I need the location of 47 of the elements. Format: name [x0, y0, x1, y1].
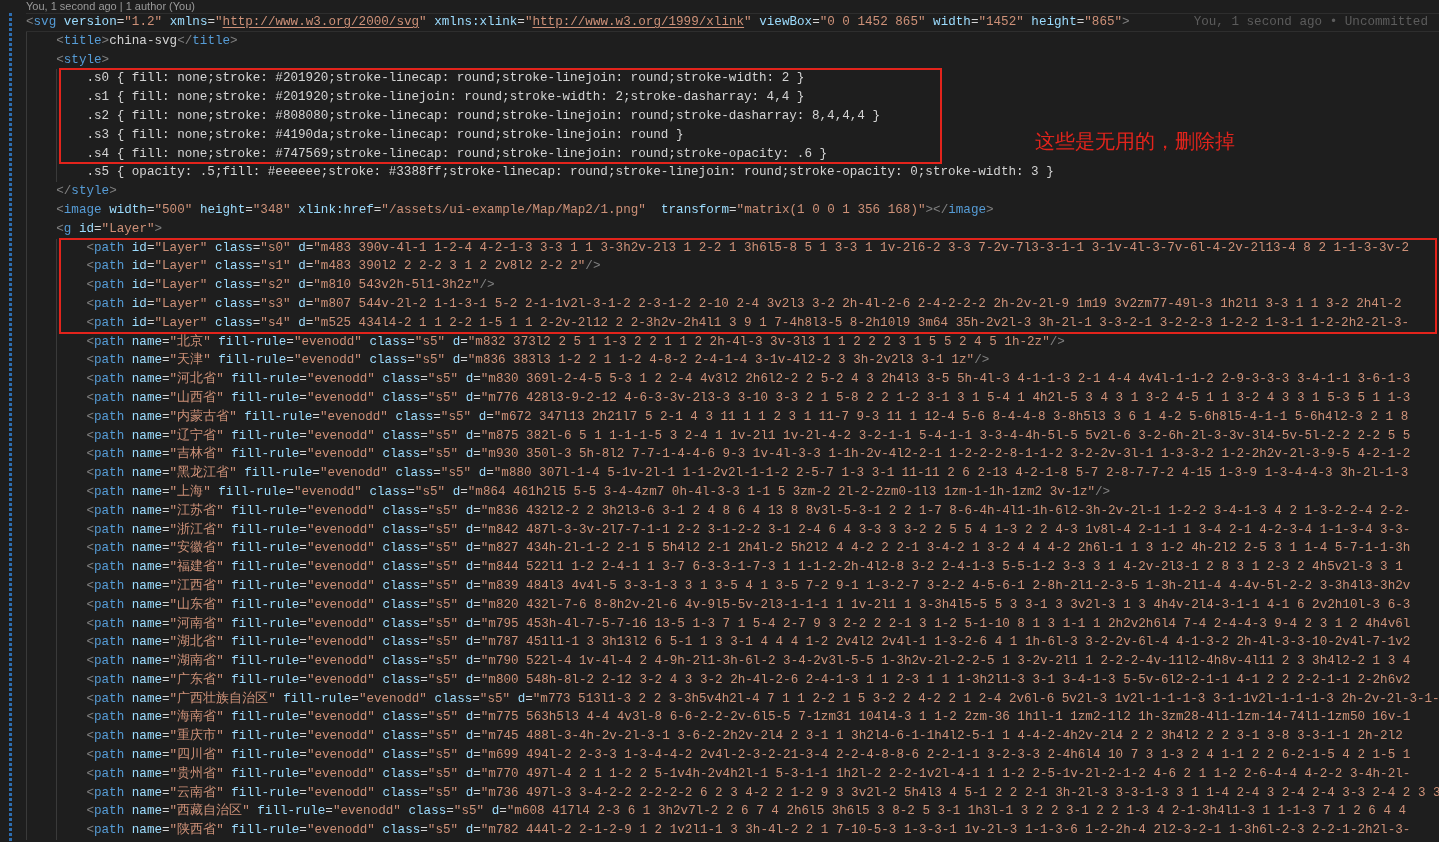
code-line: .s5 { opacity: .5;fill: #eeeeee;stroke: #3388ff;stroke-linecap: round;stroke-linejoin: round;stroke-opacity: 0;stroke-width: 3 } [86, 164, 1054, 182]
inline-blame: You, 1 second ago • Uncommitted [1193, 14, 1428, 31]
code-line: <path name="云南省" fill-rule="evenodd" class="s5" d="m736 497l-3 3-4-2-2 2-2-2-2 6 2 3 4-2 2 1-2 9 3 3v2l-2 5h4l3 4 5-1 2 2 2-1 3h-2l-3 3-3-1-3 3 1 1-4 2-4 3 2-4 2-4 3-3 2-4 2 3 3 [86, 784, 1439, 802]
annotation-note: 这些是无用的，删除掉 [1035, 129, 1235, 154]
code-line: <path name="贵州省" fill-rule="evenodd" class="s5" d="m770 497l-4 2 1 1-2 2 5-1v4h-2v4h2l-1 5-3-1-1 1h2l-2 2-2-1v2l-4-1 1 1-2 2-5-1v-2l-2-1-2 4-6 2 1 1-2 2-6-4-4 4-2-2 3-4h-2l- [86, 765, 1411, 783]
code-line: <g id="Layer"> [56, 220, 163, 238]
code-line: <path name="江西省" fill-rule="evenodd" class="s5" d="m839 484l3 4v4l-5 3-3-1-3 3 1 3-5 4 1 3-5 7-2 9-1 1-3-2-7 3-2-2 4-5-6-1 2-8h-2l1-2-3-5 1-3h-2l1-4 4-4v-5l-2-2 3-3h4l3-3h2v [86, 577, 1411, 595]
code-line: <svg version="1.2" xmlns="http://www.w3.org/2000/svg" xmlns:xlink="http://www.w3.org/1999/xlink" viewBox="0 0 1452 865" width="1452" height="865"> [26, 14, 1130, 31]
code-line: <path id="Layer" class="s0" d="m483 390v-4l-1 1-2-4 4-2-1-3 3-3 1 1 3-3h2v-2l3 1 2-2 1 3h6l5-8 5 1 3-3 1 1v-2l6-2 3-3 7-2v-7l3-3-1-1 3-1v-4l-3-7v-6l-4-2v-2l13-4 8 2 1-1-3-3v-2 [86, 239, 1410, 257]
codelens-text[interactable]: You, 1 second ago | 1 author (You) [26, 0, 195, 13]
code-line: <path name="吉林省" fill-rule="evenodd" class="s5" d="m930 350l-3 5h-8l2 7-7-1-4-4-6 9-3 1v-4l-3-3 1-1h-2v-4l2-2-1 1-2-2-2-8-1-1-2 3-2-2v-3l-1 1-3-3-2 1-2-2h2v-2l-3-9-5 4-2-1-2 [86, 445, 1411, 464]
code-line: <title>china-svg</title> [56, 32, 238, 50]
code-line: <path name="四川省" fill-rule="evenodd" class="s5" d="m699 494l-2 2-3-3 1-3-4-4-2 2v4l-2-3-2-21-3-4 2-2-4-8-8-6 2-2-1-1 3-2-3-3 2-4h6l4 10 7 3 1-3 2 4 1-1 2 2 6-2-1-5 4 2 1-5 1 [86, 746, 1411, 765]
code-line: <path id="Layer" class="s2" d="m810 543v2h-5l1-3h2z"/> [86, 277, 495, 295]
code-line: .s0 { fill: none;stroke: #201920;stroke-linecap: round;stroke-linejoin: round;stroke-width: 2 } [86, 70, 805, 88]
code-line: <path name="广西壮族自治区" fill-rule="evenodd" class="s5" d="m773 513l1-3 2 2 3-3h5v4h2l-4 7 1 1 2-2 1 5 3-2 2 4-2 2 1 2-4 2v6l-6 5v2l-3 1v2l-1-1-1-3 3-1-1v2l-1-1-1-3 2h-2v-2l-3-1- [86, 690, 1439, 708]
code-line: <path name="重庆市" fill-rule="evenodd" class="s5" d="m745 488l-3-4h-2v-2l-3-1 3-6-2-2h2v-2l4 2 3-1 1 3h2l4-6-1-1h4l2-5-1 1 4-4-2-4h2v-2l4 2 2 3h4l2 2 2 3-1 3-8 3-3-1-1 2h-2l2 [86, 727, 1403, 746]
code-line: <image width="500" height="348" xlink:href="/assets/ui-example/Map/Map2/1.png" transform="matrix(1 0 0 1 356 168)"></image> [56, 201, 994, 219]
code-line: <path name="北京" fill-rule="evenodd" class="s5" d="m832 373l2 2 5 1 1-3 2 2 1 1 2 2h-4l-3 3v-3l3 1 1 2 2 2 3 1 5 5 2 4 5 1h-2z"/> [86, 333, 1065, 351]
code-line: <path name="江苏省" fill-rule="evenodd" class="s5" d="m836 432l2-2 2 3h2l3-6 3-1 2 4 8 6 4 13 8 8v3l-5-3-1 2 2 1-7 8-6-4h-4l1-1h-6l2-3h-2v-2l-1 1-2-2 3-4-1-3 4 2 1-3-2-2-4 2-2- [86, 502, 1411, 520]
code-line: <path id="Layer" class="s4" d="m525 434l4-2 1 1 2-2 1-5 1 1 2-2v-2l12 2 2-3h2v-2h4l1 3 9 1 7-4h8l3-5 8-2h10l9 3m64 35h-2v2l-3 3h-2l-1 3-3-2-1 3-2-2-3 1-2-2 1-3-1 1-2-2h2-2l-3- [86, 314, 1410, 332]
code-line: .s1 { fill: none;stroke: #201920;stroke-linejoin: round;stroke-width: 2;stroke-dasharray: 4,4 } [86, 89, 805, 107]
code-line: <path name="天津" fill-rule="evenodd" class="s5" d="m836 383l3 1-2 2 1 1-2 4-8-2 2-4-1-4 3-1v-4l2-2 3 3h-2v2l3 3-1 1z"/> [86, 351, 990, 370]
code-line: <path name="内蒙古省" fill-rule="evenodd" class="s5" d="m672 347l13 2h21l7 5 2-1 4 3 11 1 1 2 3 1 11-7 9-3 11 1 12-4 5-6 8-4-4-8 3-8h5l3 3 6 1 4-2 5-6h8l5-4-1-1 5-6h4l2-3 2 1 8 [86, 408, 1409, 426]
code-line: .s3 { fill: none;stroke: #4190da;stroke-linecap: round;stroke-linejoin: round } [86, 126, 684, 144]
code-line: <path name="湖北省" fill-rule="evenodd" class="s5" d="m787 451l1-1 3 3h13l2 6 5-1 1 3 3-1 4 4 4 1-2 2v4l2 2v4l-1 1-3-2-6 4 1 1h-6l-3 3-2-2v-6l-4 4-1-3-2 2h-4l-3-3-10-2v4l-7-1v2 [86, 633, 1411, 652]
code-line: <path id="Layer" class="s1" d="m483 390l2 2 2-2 3 1 2 2v8l2 2-2 2"/> [86, 258, 601, 276]
code-line: <path id="Layer" class="s3" d="m807 544v-2l-2 1-1-3-1 5-2 2-1-1v2l-3-1-2 2-3-1-2 2-10 2-4 3v2l3 3-2 2h-4l-2-6 2-4-2-2-2 2h-2v-2l-9 1m19 3v2zm77-49l-3 1h2l1 3-3 1 1 3-2 2h4l-2 [86, 295, 1402, 313]
code-line: </style> [56, 183, 117, 201]
code-line: <path name="上海" fill-rule="evenodd" class="s5" d="m864 461h2l5 5-5 3-4-4zm7 0h-4l-3-3 1-1 5 3zm-2 2l-2-2zm0-1l3 1zm-1-1h-1zm2 3v-1z"/> [86, 483, 1111, 501]
code-line: <path name="山东省" fill-rule="evenodd" class="s5" d="m820 432l-7-6 8-8h2v-2l-6 4v-9l5-5v-2l3-1-1-1 1 1v-2l1 1 3-3h4l5-5 5 3 3-1 3 3v2l-3 1 3 4h4v-2l4-3-1-1 4-1 6 2v2h10l-3 6-3 [86, 596, 1411, 614]
code-line: <path name="辽宁省" fill-rule="evenodd" class="s5" d="m875 382l-6 5 1 1-1-1-5 3 2-4 1 1v-2l1 1v-2l-4-2 3-2-1-1 5-4-1-1 3-3-4-4h-5l-5 5v2l-6 3-2-6h-2l-3-3v-3l4-5v-5l-2-2 2-2 5 5 [86, 427, 1411, 445]
code-line: <path name="广东省" fill-rule="evenodd" class="s5" d="m800 548h-8l-2 2-12 3-2 4 3 3-2 2h-4l-2-6 2-4-1-3 1 1 2-3 1 1 1-3h2l1-3 3-1 3-4-1-3 5-5v-6l2-2-1-1 4-1 2 2 2-2-1-1 2-2h6v2 [86, 671, 1411, 689]
code-line: <path name="黑龙江省" fill-rule="evenodd" class="s5" d="m880 307l-1-4 5-1v-2l-1 1-1-2v2l-1-1-2 2-5-7 1-3 3-1 11-11 2 6 2-13 4-2-1-8 5-7 2-8-7-7-2 4-15 1-3-9 1-3-4-4-3 3h-2l-1-3 [86, 464, 1409, 483]
code-line: <path name="浙江省" fill-rule="evenodd" class="s5" d="m842 487l-3-3v-2l7-7-1-1 2-2 3-1-2-2 3-1 2-4 6 4 3-3 3 3-2 2 5 5 4 1-3 2 2 4-3 1v8l-4 2-1-1 1 3-4 2-1 4-2-3-4 1-1-3-4 3-3- [86, 521, 1411, 539]
code-line: <path name="福建省" fill-rule="evenodd" class="s5" d="m844 522l1 1-2 2-4-1 1 3-7 6-3-3-1-7-3 1 1-1-2-2h-4l2-8 3-2 2-4-1-3 5-5-1-2 3-3 3 1 4-2v-2l3-1 2 8 3 1 2-3 2 4h5v2l-3 3 1 [86, 558, 1403, 577]
code-line: <path name="陕西省" fill-rule="evenodd" class="s5" d="m782 444l-2 2-1-2-9 1 2 1v2l1-1 3 3h-4l-2 2 1 7-10-5-3 1-3-3-1 1v-2l-3 1-1-3-6 1-2-2h-4 2l2-3-2-1 1-3h6l-2-3 2-2-1-2h2l-3- [86, 821, 1411, 840]
code-line: <path name="河南省" fill-rule="evenodd" class="s5" d="m795 453h-4l-7-5-7-16 13-5 1-3 7 1 5-4 2-7 9 3 2-2 2 2-1 3 1-2 5-1-10 8 1 3 1-1 1 2h2v2h6l4 7-4 2-4-4-3 9-4 2 3 1 2 4h4v6l [86, 615, 1411, 633]
code-line: .s2 { fill: none;stroke: #808080;stroke-linecap: round;stroke-linejoin: round;stroke-dasharray: 8,4,4,4 } [86, 108, 880, 125]
code-line: <path name="湖南省" fill-rule="evenodd" class="s5" d="m790 522l-4 1v-4l-4 2 4-9h-2l1-3h-6l-2 3-4-2v3l-5-5 1-3h2v-2l-2-2-5 1 3-2v-2l1 1 2-2-2-4v-11l2-4h8v-4l11 2 3 3h4l2-2 1 3 4 [86, 652, 1411, 671]
code-line: <path name="西藏自治区" fill-rule="evenodd" class="s5" d="m608 417l4 2-3 6 1 3h2v7l-2 2 6 7 4 2h6l5 3h6l5 3 8-2 5 3-1 1h3l-1 3 2 2 3-1 2 2 1-3 4 2-1-3h4l1-3 1 1-1-3 7 1 2 6 4 4 [86, 802, 1407, 821]
code-line: .s4 { fill: none;stroke: #747569;stroke-linecap: round;stroke-linejoin: round;stroke-opacity: .6 } [86, 145, 828, 163]
code-line: <path name="海南省" fill-rule="evenodd" class="s5" d="m775 563h5l3 4-4 4v3l-8 6-6-2-2-2v-6l5-5 7-1zm31 104l4-3 1 1-2 2zm-36 1h1l-1 1zm2-1l2 1h-3zm28-4l1-1zm-14-74l1-1zm50 16v-1 [86, 708, 1411, 727]
code-line: <style> [56, 51, 110, 69]
code-line: <path name="安徽省" fill-rule="evenodd" class="s5" d="m827 434h-2l-1-2 2-1 5 5h4l2 2-1 2h4l-2 5h2l2 4 4-2 2 2-1 3-4-2 1 3-2 4 4 4-2 2h6l-1 1 3 1-2 4h-2l2 2-5 3 1 1-4 5-7-1-1-3h [86, 539, 1411, 558]
code-line: <path name="河北省" fill-rule="evenodd" class="s5" d="m830 369l-2-4-5 5-3 1 2 2-4 4v3l2 2h6l2-2 2 5-2 4 3 2h4l3 3-5 5h-4l-3 4-1-1-3 2-1 4-4 4v4l-1-1-2 2-9-3-3-3 3-4-1-1 3-6-1-3 [86, 370, 1411, 389]
code-line: <path name="山西省" fill-rule="evenodd" class="s5" d="m776 428l3-9-2-12 4-6-3-3v-2l3-3 3-10 3-3 2 1 5-8 2 2 1-2 3-1 3 1 5-4 1 4h2l-5 3 4 3 1 3-2 4-5 1 1 3-2 4 3 3 1 5-3 5 1 1-3 [86, 389, 1411, 407]
